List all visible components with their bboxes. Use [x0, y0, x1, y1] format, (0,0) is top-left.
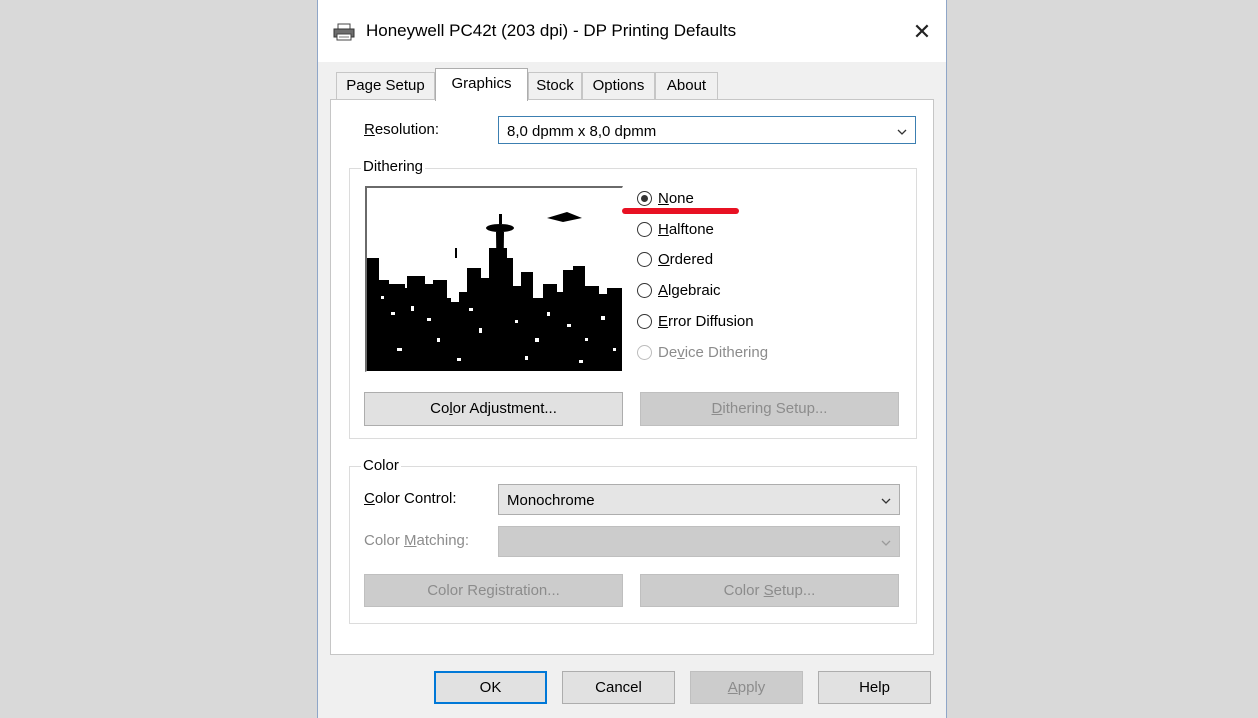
radio-none-label: None	[658, 189, 694, 207]
radio-none-circle	[637, 190, 652, 206]
printer-icon	[333, 23, 355, 41]
chevron-down-icon	[881, 540, 891, 546]
tab-label: About	[666, 77, 707, 94]
chevron-down-icon	[881, 498, 891, 504]
tab-stock[interactable]: Stock	[528, 72, 582, 99]
title-bar[interactable]: Honeywell PC42t (203 dpi) - DP Printing …	[318, 0, 946, 62]
cancel-label: Cancel	[595, 679, 642, 696]
help-button[interactable]: Help	[818, 671, 931, 704]
radio-algebraic-label: Algebraic	[658, 281, 721, 299]
apply-label: Apply	[727, 679, 766, 696]
radio-device-dithering-circle	[637, 344, 652, 360]
window-title: Honeywell PC42t (203 dpi) - DP Printing …	[366, 21, 737, 40]
ok-label: OK	[479, 679, 502, 696]
color-setup-label: Color Setup...	[723, 582, 816, 599]
radio-halftone-circle	[637, 221, 652, 237]
color-group-title: Color	[361, 457, 401, 474]
tab-label: Stock	[536, 77, 574, 94]
radio-ordered-label: Ordered	[658, 250, 714, 268]
tab-graphics[interactable]: Graphics	[435, 68, 528, 101]
tab-options[interactable]: Options	[582, 72, 655, 99]
resolution-label: Resolution:	[364, 121, 440, 138]
tab-label: Options	[592, 77, 645, 94]
resolution-select[interactable]: 8,0 dpmm x 8,0 dpmm	[498, 116, 916, 144]
close-button[interactable]: ✕	[898, 14, 946, 50]
tab-label: Page Setup	[346, 77, 425, 94]
radio-halftone-label: Halftone	[658, 220, 714, 238]
color-control-select[interactable]: Monochrome	[498, 484, 900, 515]
radio-error-diffusion-circle	[637, 313, 652, 329]
color-registration-button[interactable]: Color Registration...	[364, 574, 623, 607]
radio-none[interactable]: None	[637, 188, 694, 208]
color-setup-button[interactable]: Color Setup...	[640, 574, 899, 607]
cancel-button[interactable]: Cancel	[562, 671, 675, 704]
chevron-down-icon	[897, 129, 907, 135]
radio-algebraic[interactable]: Algebraic	[637, 280, 721, 300]
skyline-image	[367, 188, 622, 371]
radio-device-dithering-label: Device Dithering	[658, 343, 769, 361]
color-control-label: Color Control:	[364, 490, 457, 507]
radio-error-diffusion-label: Error Diffusion	[658, 312, 754, 330]
close-icon: ✕	[912, 19, 932, 44]
apply-button[interactable]: Apply	[690, 671, 803, 704]
radio-halftone[interactable]: Halftone	[637, 219, 714, 239]
apply-label-rest: pply	[737, 679, 766, 696]
dithering-preview-image	[365, 186, 623, 372]
radio-ordered[interactable]: Ordered	[637, 249, 713, 269]
radio-algebraic-circle	[637, 282, 652, 298]
annotation-underline	[622, 208, 739, 214]
color-adjustment-button[interactable]: Color Adjustment...	[364, 392, 623, 426]
dithering-group-title: Dithering	[361, 158, 426, 175]
tab-page-setup[interactable]: Page Setup	[336, 72, 435, 99]
color-adjustment-label: Color Adjustment...	[430, 400, 557, 417]
color-control-value: Monochrome	[507, 492, 595, 509]
tab-label: Graphics	[451, 75, 512, 92]
ok-button[interactable]: OK	[434, 671, 547, 704]
dithering-setup-button[interactable]: Dithering Setup...	[640, 392, 899, 426]
color-matching-label: Color Matching:	[364, 532, 470, 549]
tab-about[interactable]: About	[655, 72, 718, 99]
radio-ordered-circle	[637, 251, 652, 267]
color-registration-label: Color Registration...	[427, 582, 560, 599]
radio-error-diffusion[interactable]: Error Diffusion	[637, 311, 754, 331]
help-label: Help	[859, 679, 890, 696]
dithering-setup-label: Dithering Setup...	[711, 400, 828, 417]
color-matching-select[interactable]	[498, 526, 900, 557]
radio-device-dithering[interactable]: Device Dithering	[637, 342, 768, 362]
resolution-value: 8,0 dpmm x 8,0 dpmm	[507, 123, 657, 140]
